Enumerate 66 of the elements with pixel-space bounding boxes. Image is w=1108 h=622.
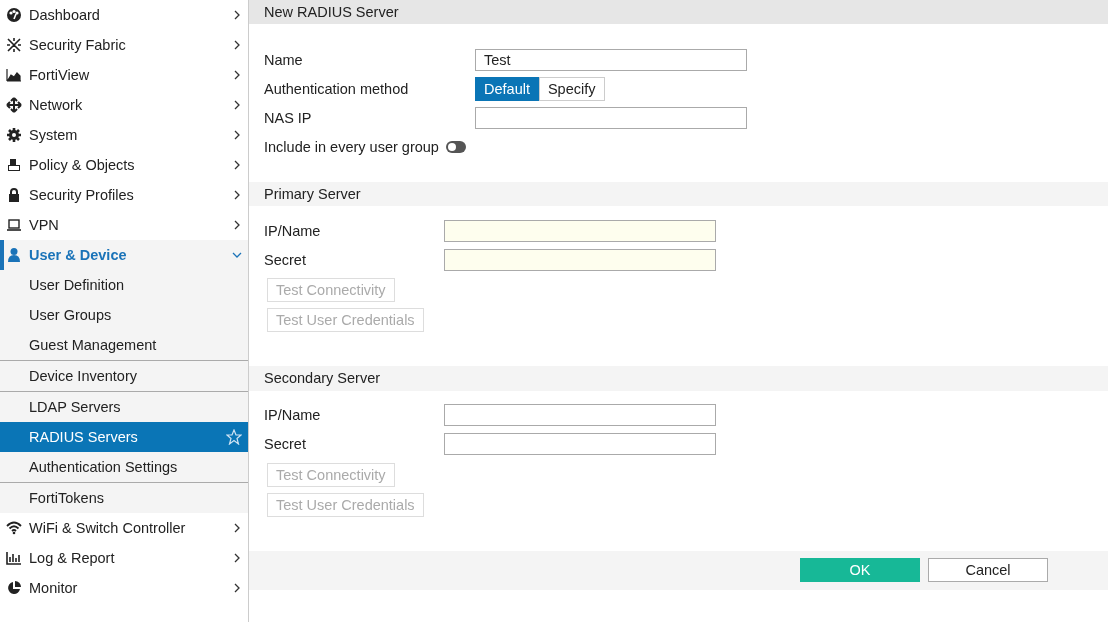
field-label: IP/Name [264,222,322,239]
laptop-icon [6,217,22,233]
nav-item[interactable]: Policy & Objects [0,150,248,180]
fabric-icon [6,37,22,53]
nav-item[interactable]: FortiView [0,60,248,90]
nav-item[interactable]: VPN [0,210,248,240]
chevron-icon [232,100,242,110]
option-button[interactable]: Default [475,77,539,102]
wifi-icon [6,520,22,536]
nav-item[interactable]: Security Profiles [0,180,248,210]
field-label: NAS IP [264,110,313,127]
user-icon [6,247,22,263]
page-title: New RADIUS Server [249,0,1108,24]
nav-subitem[interactable]: Device Inventory [0,361,248,391]
dashboard-icon [6,7,22,23]
field-label: IP/Name [264,407,322,424]
input-field[interactable] [444,433,716,456]
nav-item[interactable]: Network [0,90,248,120]
star-icon[interactable] [226,429,242,445]
chevron-icon [232,220,242,230]
chevron-icon [232,70,242,80]
chevron-icon [232,250,242,260]
field-label: Authentication method [264,81,410,98]
field-label: Secret [264,436,307,453]
nav-subitem[interactable]: User Definition [0,270,248,300]
bar-chart-icon [6,550,22,566]
field-label: Secret [264,251,307,268]
nav-subitem[interactable]: RADIUS Servers [0,422,248,452]
nav-item[interactable]: Security Fabric [0,30,248,60]
gear-icon [6,127,22,143]
lock-icon [6,187,22,203]
input-field[interactable]: Test [475,49,747,72]
option-button[interactable]: Specify [538,77,605,102]
nav-item[interactable]: System [0,120,248,150]
chevron-icon [232,523,242,533]
field-label: Name [264,52,304,69]
field-label: Include in every user group [264,139,439,156]
section-header: Secondary Server [249,366,1108,391]
area-chart-icon [6,67,22,83]
nav-subitem[interactable]: Authentication Settings [0,452,248,482]
input-field[interactable] [444,248,716,271]
nav-item[interactable]: WiFi & Switch Controller [0,513,248,543]
nav-subitem[interactable]: LDAP Servers [0,392,248,422]
chevron-icon [232,160,242,170]
pie-chart-icon [6,580,22,596]
nav-item[interactable]: User & Device [0,240,248,270]
input-field[interactable] [444,219,716,242]
cancel-button[interactable]: Cancel [928,558,1048,583]
chevron-icon [232,583,242,593]
nav-subitem[interactable]: User Groups [0,300,248,330]
chevron-icon [232,40,242,50]
nav-subitem[interactable]: FortiTokens [0,483,248,513]
nav-item[interactable]: Log & Report [0,543,248,573]
toggle-switch[interactable] [445,141,466,154]
chevron-icon [232,553,242,563]
chevron-icon [232,130,242,140]
move-arrows-icon [6,97,22,113]
document-icon [6,157,22,173]
nav-item[interactable]: Monitor [0,573,248,603]
nav-subitem[interactable]: Guest Management [0,330,248,360]
input-field[interactable] [475,107,747,130]
chevron-icon [232,190,242,200]
chevron-icon [232,10,242,20]
section-header: Primary Server [249,181,1108,207]
nav-item[interactable]: Dashboard [0,0,248,30]
input-field[interactable] [444,404,716,427]
